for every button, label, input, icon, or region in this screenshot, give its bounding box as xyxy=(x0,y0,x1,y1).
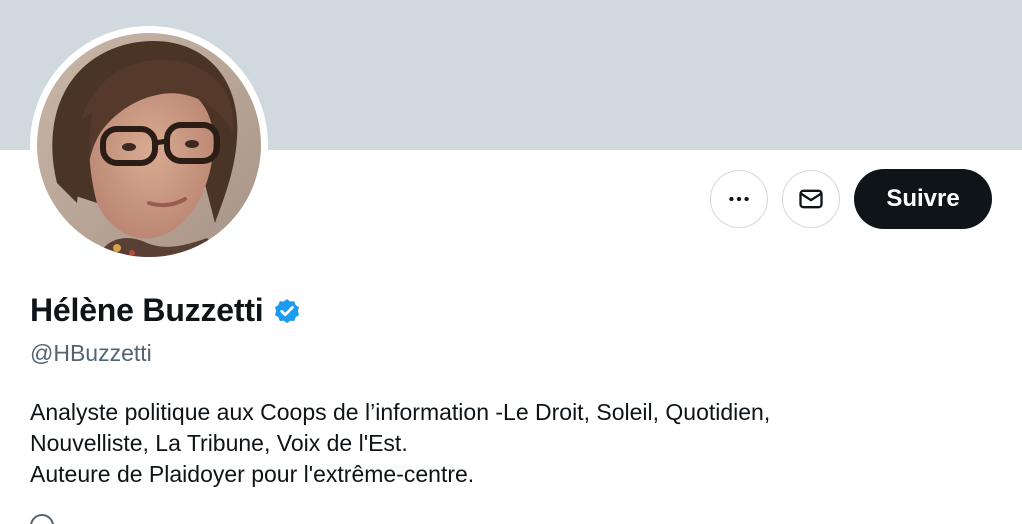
profile-bio: Analyste politique aux Coops de l’inform… xyxy=(30,397,990,490)
avatar[interactable] xyxy=(37,33,261,257)
more-horizontal-icon xyxy=(729,196,749,202)
display-name: Hélène Buzzetti xyxy=(30,292,264,328)
profile-actions: Suivre xyxy=(710,169,992,229)
mail-icon xyxy=(799,189,823,209)
profile-handle: @HBuzzetti xyxy=(30,340,152,366)
avatar-photo xyxy=(37,33,261,257)
name-row: Hélène Buzzetti xyxy=(30,292,302,329)
verified-badge-icon[interactable] xyxy=(272,296,302,326)
message-button[interactable] xyxy=(782,170,840,228)
bio-line: Auteure de Plaidoyer pour l'extrême-cent… xyxy=(30,461,475,487)
follow-button[interactable]: Suivre xyxy=(854,169,992,229)
more-button[interactable] xyxy=(710,170,768,228)
bio-line: Nouvelliste, La Tribune, Voix de l'Est. xyxy=(30,430,408,456)
location-icon xyxy=(30,514,54,524)
profile-page: Suivre Hélène Buzzetti @HBuzzetti Analys… xyxy=(0,0,1022,524)
bio-line: Analyste politique aux Coops de l’inform… xyxy=(30,399,771,425)
